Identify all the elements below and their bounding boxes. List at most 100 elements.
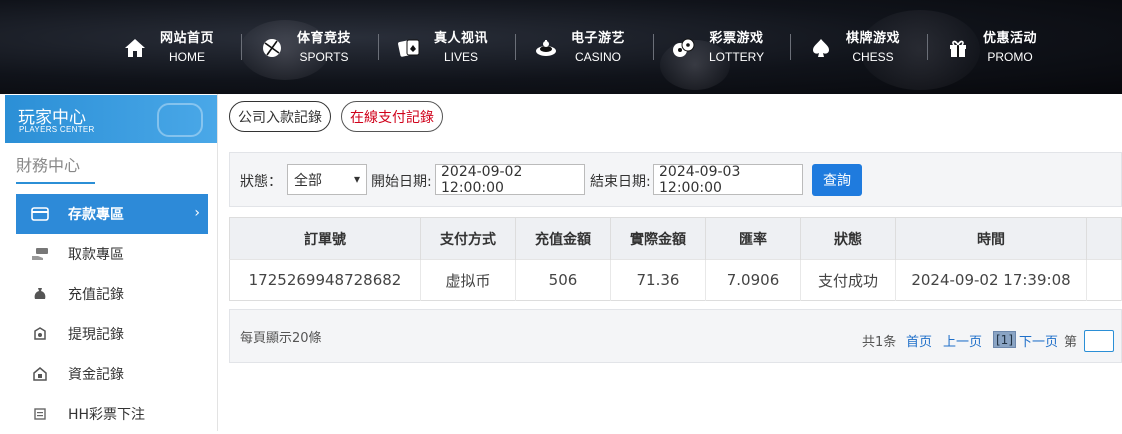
records-table: 訂單號 支付方式 充值金額 實際金額 匯率 狀態 時間 172526994872… (229, 217, 1122, 301)
nav-item-lives[interactable]: 真人视讯 LIVES (396, 28, 488, 68)
nav-item-sublabel: LOTTERY (709, 50, 765, 64)
section-title: 財務中心 (16, 156, 81, 175)
sidebar-item-withdraw-records[interactable]: 提現記錄 (16, 314, 208, 354)
sidebar-item-label: 取款專區 (68, 247, 124, 263)
section-underline (16, 182, 95, 184)
cell-order-no: 1725269948728682 (229, 259, 421, 301)
end-date-label: 結束日期: (590, 174, 651, 190)
sidebar-subtitle: PLAYERS CENTER (19, 125, 95, 134)
nav-item-label: 网站首页 (160, 31, 215, 46)
column-header-exchange-rate: 匯率 (705, 217, 801, 260)
sidebar-item-deposit[interactable]: 存款專區 › (16, 194, 208, 234)
cell-payment-method: 虚拟币 (420, 259, 516, 301)
total-count: 共1条 (862, 335, 897, 350)
status-select-value: 全部 (294, 172, 322, 189)
end-date-value: 2024-09-03 12:00:00 (659, 163, 741, 196)
nav-item-label: 棋牌游戏 (846, 31, 901, 46)
cell-time: 2024-09-02 17:39:08 (895, 259, 1087, 301)
gift-icon (945, 35, 971, 61)
tab-company-deposit-records[interactable]: 公司入款記錄 (229, 101, 331, 132)
end-date-input[interactable]: 2024-09-03 12:00:00 (653, 163, 803, 196)
sidebar-item-deposit-records[interactable]: 充值記錄 (16, 274, 208, 314)
nav-item-sublabel: CASINO (575, 50, 622, 64)
nav-item-label: 电子游艺 (571, 31, 626, 46)
start-date-value: 2024-09-02 12:00:00 (441, 163, 523, 196)
nav-item-sports[interactable]: 体育竞技 SPORTS (259, 28, 351, 68)
sidebar-item-withdraw[interactable]: 取款專區 (16, 234, 208, 274)
sidebar-item-label: HH彩票下注 (68, 407, 146, 423)
cell-extra (1086, 259, 1122, 301)
nav-item-sublabel: SPORTS (299, 50, 349, 64)
prev-page-link[interactable]: 上一页 (943, 331, 982, 350)
cell-actual-amount: 71.36 (610, 259, 706, 301)
start-date-input[interactable]: 2024-09-02 12:00:00 (435, 163, 585, 196)
nav-item-home[interactable]: 网站首页 HOME (122, 28, 214, 68)
nav-item-label: 优惠活动 (983, 31, 1038, 46)
cell-exchange-rate: 7.0906 (705, 259, 801, 301)
wallet-card-icon (28, 204, 52, 224)
sidebar: 玩家中心 PLAYERS CENTER 財務中心 存款專區 › 取款專區 充值記… (4, 94, 218, 431)
nav-item-lottery[interactable]: 彩票游戏 LOTTERY (671, 28, 764, 68)
status-select[interactable]: 全部 ▾ (287, 164, 367, 195)
nav-item-promo[interactable]: 优惠活动 PROMO (945, 28, 1037, 68)
column-header-time: 時間 (895, 217, 1087, 260)
money-bag-icon (28, 284, 52, 304)
current-page: [1] (993, 331, 1016, 348)
status-label: 狀態： (240, 174, 282, 190)
sidebar-item-fund-records[interactable]: 資金記錄 (16, 354, 208, 394)
nav-item-sublabel: CHESS (852, 50, 894, 64)
nav-item-sublabel: HOME (169, 50, 205, 64)
withdraw-icon (28, 324, 52, 344)
next-page-link[interactable]: 下一页 (1019, 331, 1058, 350)
playing-cards-icon (396, 35, 422, 61)
table-row: 1725269948728682 虚拟币 506 71.36 7.0906 支付… (229, 259, 1122, 301)
table-header-row: 訂單號 支付方式 充值金額 實際金額 匯率 狀態 時間 (229, 217, 1122, 260)
column-header-status: 狀態 (800, 217, 896, 260)
cell-status: 支付成功 (800, 259, 896, 301)
nav-divider (790, 34, 791, 60)
start-date-label: 開始日期: (371, 174, 432, 190)
cash-hand-icon (28, 244, 52, 264)
column-header-actual-amount: 實際金額 (610, 217, 706, 260)
nav-item-label: 真人视讯 (434, 31, 489, 46)
lottery-balls-icon (671, 35, 697, 61)
query-button[interactable]: 查詢 (812, 164, 862, 196)
fund-icon (28, 364, 52, 384)
sidebar-item-label: 資金記錄 (68, 367, 124, 383)
sidebar-item-label: 存款專區 (68, 207, 124, 223)
basketball-icon (259, 35, 285, 61)
gamepad-icon (157, 103, 203, 137)
column-header-order-no: 訂單號 (229, 217, 421, 260)
spade-icon (808, 35, 834, 61)
cell-deposit-amount: 506 (515, 259, 611, 301)
nav-divider (378, 34, 379, 60)
sidebar-item-label: 充值記錄 (68, 287, 124, 303)
nav-item-casino[interactable]: 电子游艺 CASINO (533, 28, 625, 68)
sidebar-item-lottery-bets[interactable]: HH彩票下注 (16, 394, 208, 434)
column-header-extra (1086, 217, 1122, 260)
home-icon (122, 35, 148, 61)
nav-divider (927, 34, 928, 60)
nav-divider (515, 34, 516, 60)
first-page-link[interactable]: 首页 (906, 331, 932, 350)
tab-label: 公司入款記錄 (238, 109, 322, 126)
players-center-header: 玩家中心 PLAYERS CENTER (5, 95, 217, 143)
goto-page-input[interactable] (1084, 330, 1114, 352)
goto-label: 第 (1064, 335, 1078, 350)
slot-machine-icon (533, 35, 559, 61)
tab-online-payment-records[interactable]: 在線支付記錄 (341, 101, 443, 132)
nav-divider (653, 34, 654, 60)
nav-item-sublabel: LIVES (443, 50, 479, 64)
tab-label: 在線支付記錄 (350, 109, 434, 126)
query-button-label: 查詢 (823, 173, 851, 189)
chevron-right-icon: › (194, 205, 200, 221)
nav-item-chess[interactable]: 棋牌游戏 CHESS (808, 28, 900, 68)
nav-item-label: 彩票游戏 (709, 31, 764, 46)
pagination-panel (229, 309, 1122, 363)
nav-item-sublabel: PROMO (987, 50, 1033, 64)
nav-divider (241, 34, 242, 60)
nav-item-label: 体育竞技 (297, 31, 352, 46)
per-page-text: 每頁顯示20條 (240, 331, 322, 346)
chevron-down-icon: ▾ (353, 172, 360, 186)
column-header-payment-method: 支付方式 (420, 217, 516, 260)
